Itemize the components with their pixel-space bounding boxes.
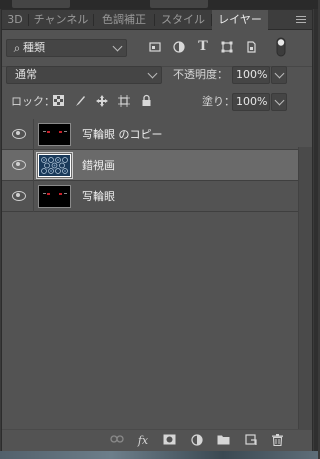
visibility-eye-icon[interactable]: [12, 159, 26, 170]
trash-icon[interactable]: [270, 434, 284, 448]
lock-transparent-pixels-icon[interactable]: [52, 95, 64, 109]
new-group-folder-icon[interactable]: [216, 434, 230, 448]
thumbnail-red-eye: [47, 131, 50, 133]
layer-thumbnail: [36, 152, 73, 179]
illusion-pattern-thumbnail: [39, 155, 70, 176]
blend-mode-value: 通常: [15, 68, 37, 81]
layers-bottom-toolbar: fx: [2, 429, 312, 451]
smart-object-filter-icon[interactable]: [244, 41, 258, 56]
tab-adjustments[interactable]: 色調補正: [94, 10, 154, 30]
panel-tab-bar: 3D チャンネル 色調補正 スタイル レイヤー: [2, 10, 312, 31]
thumbnail-detail: [64, 131, 67, 132]
visibility-eye-icon[interactable]: [12, 190, 26, 201]
search-icon: ⌕: [13, 41, 21, 55]
panel-menu-icon[interactable]: [296, 16, 306, 24]
visibility-eye-icon[interactable]: [12, 128, 26, 139]
tab-3d[interactable]: 3D: [2, 10, 28, 30]
opacity-input[interactable]: 100%: [232, 66, 270, 84]
lock-all-icon[interactable]: [140, 94, 152, 110]
fill-label: 塗り：: [202, 95, 235, 108]
visibility-column-divider: [33, 181, 34, 212]
tab-channels[interactable]: チャンネル: [29, 10, 93, 30]
visibility-column-divider: [33, 119, 34, 150]
adjustment-filter-icon[interactable]: [172, 41, 186, 56]
layers-panel: 3D チャンネル 色調補正 スタイル レイヤー ⌕ 種類 T 通常 不透明度： …: [1, 9, 313, 451]
visibility-column-divider: [33, 150, 34, 181]
layer-kind-filter-dropdown[interactable]: ⌕ 種類: [6, 39, 127, 57]
tab-layers[interactable]: レイヤー: [212, 10, 268, 31]
window-top-strip: [0, 0, 318, 9]
thumbnail-red-eye: [59, 131, 62, 133]
thumbnail-red-eye: [59, 193, 62, 195]
layer-thumbnail: [38, 123, 71, 146]
new-layer-icon[interactable]: [244, 434, 258, 448]
lock-position-icon[interactable]: [96, 95, 108, 110]
image-filter-icon[interactable]: [148, 41, 162, 56]
opacity-slider-button[interactable]: [271, 66, 287, 84]
fill-input[interactable]: 100%: [232, 93, 270, 111]
document-tab-stub[interactable]: [150, 0, 208, 8]
thumbnail-detail: [43, 193, 46, 194]
layer-style-fx-icon[interactable]: fx: [136, 434, 150, 448]
layer-name[interactable]: 写輪眼 のコピー: [82, 119, 163, 150]
fill-slider-button[interactable]: [271, 93, 287, 111]
layer-name[interactable]: 写輪眼: [82, 181, 115, 212]
layer-thumbnail: [38, 185, 71, 208]
opacity-label: 不透明度：: [173, 68, 228, 81]
thumbnail-red-eye: [47, 193, 50, 195]
shape-filter-icon[interactable]: [220, 41, 234, 56]
lock-artboard-icon[interactable]: [118, 95, 130, 110]
thumbnail-detail: [43, 131, 46, 132]
tab-styles[interactable]: スタイル: [155, 10, 211, 30]
document-tab-stub[interactable]: [12, 0, 70, 8]
layer-row[interactable]: 写輪眼: [2, 181, 298, 212]
chevron-down-icon: [112, 41, 123, 52]
layer-kind-filter-value: 種類: [23, 41, 45, 54]
lock-label: ロック：: [11, 95, 55, 108]
type-filter-icon[interactable]: T: [196, 40, 210, 54]
add-layer-mask-icon[interactable]: [162, 434, 176, 448]
layer-row[interactable]: 写輪眼 のコピー: [2, 119, 298, 150]
layer-list-scrollbar[interactable]: [298, 147, 312, 430]
filter-toggle-icon[interactable]: [276, 37, 286, 59]
thumbnail-detail: [64, 193, 67, 194]
chevron-down-icon: [147, 68, 158, 79]
layer-row-selected[interactable]: 錯視画: [2, 150, 298, 181]
new-adjustment-layer-icon[interactable]: [190, 434, 204, 448]
lock-image-pixels-icon[interactable]: [74, 95, 86, 110]
layer-name[interactable]: 錯視画: [82, 150, 115, 181]
canvas-preview-strip: [0, 451, 318, 459]
link-layers-icon[interactable]: [110, 434, 124, 448]
panel-right-edge: [314, 9, 318, 451]
blend-mode-dropdown[interactable]: 通常: [6, 66, 162, 84]
